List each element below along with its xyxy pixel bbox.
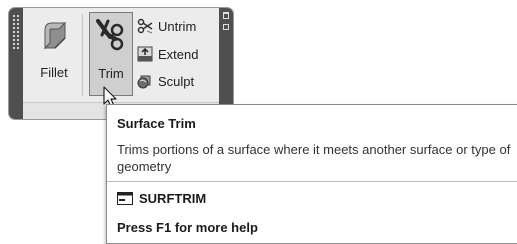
panel-divider xyxy=(82,14,83,96)
trim-label: Trim xyxy=(98,66,124,81)
fillet-button[interactable]: Fillet xyxy=(32,12,76,96)
untrim-scissors-icon xyxy=(137,18,153,34)
tooltip-command: SURFTRIM xyxy=(117,191,206,206)
pin-icon[interactable] xyxy=(223,12,229,19)
tooltip-divider xyxy=(107,181,517,182)
panel-options-icon[interactable] xyxy=(223,24,229,30)
fillet-surface-icon xyxy=(43,21,67,50)
extend-icon xyxy=(137,46,153,62)
command-line-icon xyxy=(117,192,133,205)
panel-pin-bar xyxy=(219,8,233,119)
tooltip-description: Trims portions of a surface where it mee… xyxy=(117,142,511,174)
sculpt-button[interactable]: Sculpt xyxy=(137,71,194,91)
sculpt-icon xyxy=(137,75,151,89)
surface-trim-tooltip: Surface Trim Trims portions of a surface… xyxy=(106,104,517,244)
extend-label: Extend xyxy=(158,46,199,62)
extend-button[interactable]: Extend xyxy=(137,44,198,64)
tooltip-help-text: Press F1 for more help xyxy=(117,220,258,235)
tooltip-command-name: SURFTRIM xyxy=(139,191,207,206)
fillet-label: Fillet xyxy=(40,65,68,80)
sculpt-label: Sculpt xyxy=(158,73,195,89)
panel-grip-handle[interactable] xyxy=(9,8,23,119)
untrim-button[interactable]: Untrim xyxy=(137,16,196,36)
trim-button[interactable]: Trim xyxy=(89,12,133,96)
scissors-icon xyxy=(96,19,124,51)
tooltip-title: Surface Trim xyxy=(117,116,196,131)
untrim-label: Untrim xyxy=(158,18,197,34)
